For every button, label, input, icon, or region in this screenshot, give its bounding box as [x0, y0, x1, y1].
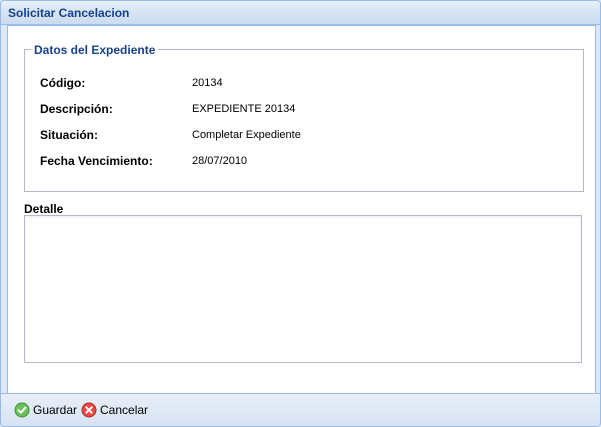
cancel-icon — [81, 402, 97, 418]
window-footer: Guardar Cancelar — [1, 393, 600, 426]
descripcion-value: EXPEDIENTE 20134 — [192, 103, 296, 115]
checkmark-icon — [14, 402, 30, 418]
window-titlebar[interactable]: Solicitar Cancelacion — [1, 1, 600, 25]
fieldset-legend: Datos del Expediente — [31, 43, 159, 57]
detalle-label: Detalle — [24, 202, 64, 216]
fecha-vencimiento-label: Fecha Vencimiento: — [40, 154, 153, 168]
codigo-value: 20134 — [192, 77, 223, 89]
descripcion-label: Descripción: — [40, 102, 113, 116]
fecha-vencimiento-value: 28/07/2010 — [192, 155, 248, 167]
situacion-label: Situación: — [40, 128, 99, 142]
guardar-button[interactable]: Guardar — [14, 400, 77, 420]
situacion-value: Completar Expediente — [192, 129, 301, 141]
cancelar-button[interactable]: Cancelar — [81, 400, 148, 420]
datos-expediente-fieldset: Datos del Expediente Código: 20134 Descr… — [24, 43, 584, 192]
solicitar-cancelacion-window: Solicitar Cancelacion Datos del Expedien… — [0, 0, 601, 427]
cancelar-label: Cancelar — [100, 403, 149, 417]
window-title: Solicitar Cancelacion — [8, 6, 130, 20]
codigo-label: Código: — [40, 76, 86, 90]
window-body: Datos del Expediente Código: 20134 Descr… — [7, 25, 596, 394]
detalle-textarea[interactable] — [24, 215, 582, 363]
guardar-label: Guardar — [33, 403, 78, 417]
